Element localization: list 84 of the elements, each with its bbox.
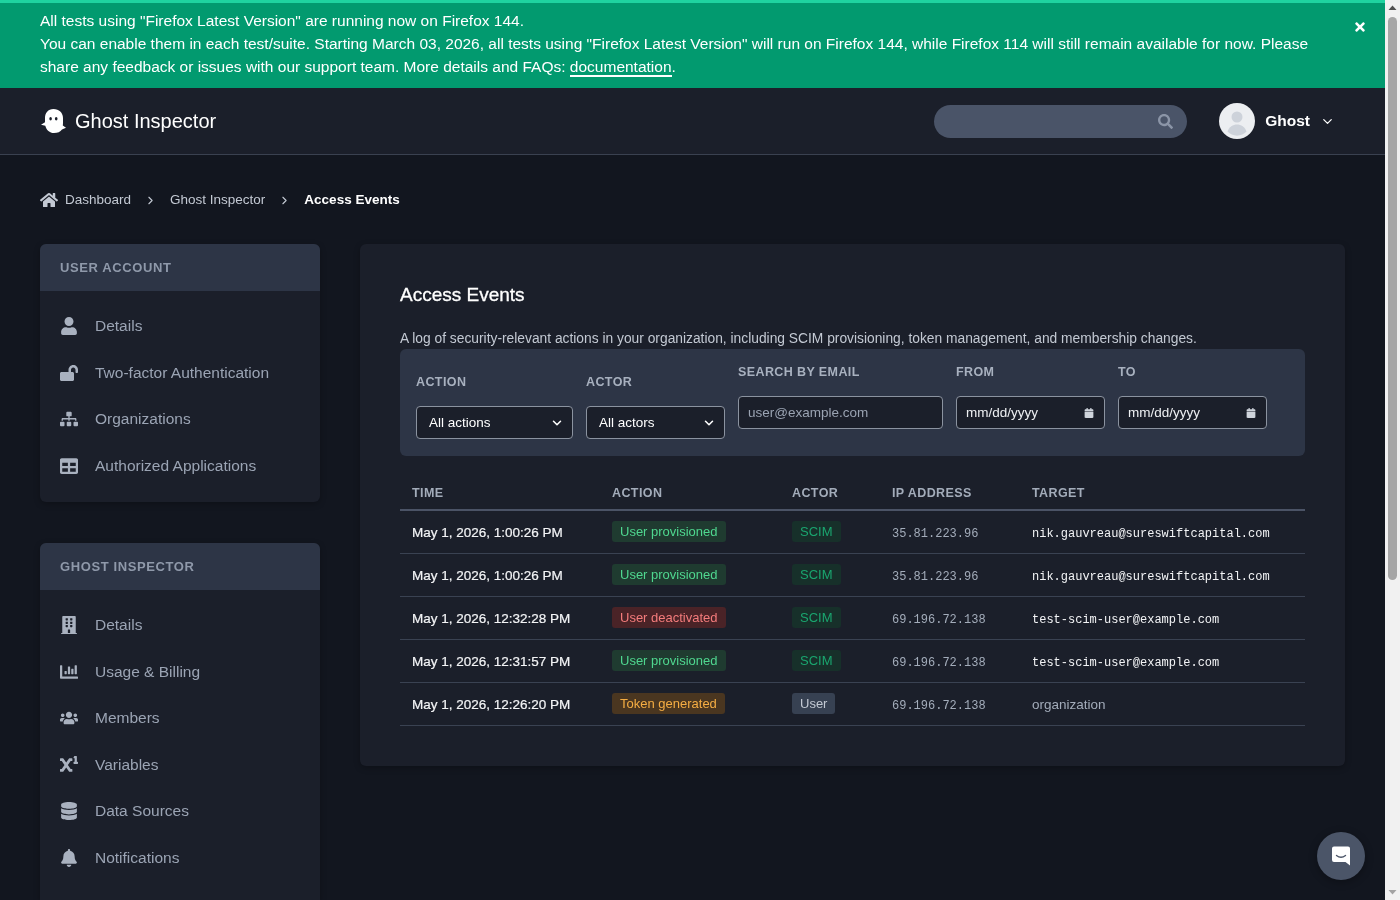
sidebar-item[interactable]: Variables (40, 741, 320, 788)
avatar-icon[interactable] (1219, 103, 1256, 139)
database-icon (60, 802, 78, 821)
target-text: test-scim-user@example.com (1032, 612, 1220, 627)
field-label: TO (1118, 365, 1137, 379)
ip-address-text: 69.196.72.138 (892, 612, 986, 627)
ip-address-text: 69.196.72.138 (892, 655, 986, 670)
action-badge: Token generated (612, 693, 725, 714)
target-text: nik.gauvreau@sureswiftcapital.com (1032, 526, 1270, 541)
documentation-link[interactable]: documentation (569, 58, 672, 77)
bell-icon (60, 848, 78, 867)
sidebar-item[interactable]: Authorized Applications (40, 442, 320, 489)
banner-headline: All tests using "Firefox Latest Version" are running now on Firefox 144. (40, 11, 525, 31)
ip-address-text: 35.81.223.96 (892, 526, 979, 541)
timestamp-text: May 1, 2026, 12:32:28 PM (412, 610, 571, 626)
actor-badge: SCIM (792, 564, 841, 585)
field-label: ACTION (416, 375, 468, 389)
chat-bubble-icon (1329, 844, 1353, 868)
target-text: organization (1032, 696, 1106, 712)
ip-address-text: 69.196.72.138 (892, 698, 986, 713)
breadcrumb-item: Access Events (304, 191, 400, 209)
search-icon[interactable] (1158, 113, 1174, 129)
email-search-field[interactable]: user@example.com (738, 396, 943, 429)
timestamp-text: May 1, 2026, 1:00:26 PM (412, 524, 563, 540)
close-button[interactable] (1353, 20, 1367, 34)
target-text: nik.gauvreau@sureswiftcapital.com (1032, 569, 1270, 584)
scrollbar-thumb[interactable] (1388, 17, 1397, 580)
actor-badge: SCIM (792, 607, 841, 628)
sidebar-section-title: USER ACCOUNT (40, 244, 320, 291)
page-title: Access Events (400, 284, 526, 306)
actor-badge: User (792, 693, 836, 714)
sidebar-item[interactable]: Notifications (40, 834, 320, 881)
sidebar-item[interactable]: Usage & Billing (40, 648, 320, 695)
superscript-icon (60, 755, 78, 774)
field-label: FROM (956, 365, 996, 379)
user-menu-button[interactable]: Ghost (1265, 112, 1335, 130)
breadcrumb-link[interactable]: Ghost Inspector (170, 191, 266, 209)
close-icon (1353, 20, 1367, 34)
sitemap-icon (60, 410, 78, 429)
column-header: TARGET (1020, 476, 1305, 510)
target-text: test-scim-user@example.com (1032, 655, 1220, 670)
search-field[interactable] (934, 104, 1188, 138)
calendar-icon[interactable] (1246, 407, 1256, 418)
dropdown[interactable]: All actions (416, 406, 573, 439)
page-description: A log of security-relevant actions in your organization, including SCIM provisioning, token management, and membership changes. (400, 331, 1198, 347)
sidebar-item[interactable]: Details (40, 303, 320, 350)
column-header: TIME (400, 476, 600, 510)
brand-name[interactable]: Ghost Inspector (75, 109, 217, 133)
column-header: IP ADDRESS (880, 476, 1020, 510)
sidebar-item[interactable]: Members (40, 695, 320, 742)
sidebar-section-title: GHOST INSPECTOR (40, 543, 320, 590)
sidebar-item[interactable]: Data Sources (40, 788, 320, 835)
building-icon (60, 616, 78, 635)
ghost-logo-icon[interactable] (40, 108, 67, 134)
bar-chart-icon (60, 662, 78, 681)
dropdown[interactable]: All actors (586, 406, 725, 439)
action-badge: User provisioned (612, 521, 726, 543)
column-header: ACTION (600, 476, 780, 510)
home-icon (40, 191, 58, 209)
person-icon (60, 317, 78, 336)
banner-message: You can enable them in each test/suite. Starting March 03, 2026, all tests using "Firefox Latest Version" will run on Firefox 144, while Firefox 114 will still remain available for now. Please share any feedback or issues with our support team. More details and FAQs: documentation. (40, 34, 1310, 78)
sidebar-item[interactable]: Organizations (40, 396, 320, 443)
sidebar-item[interactable]: Details (40, 602, 320, 649)
action-badge: User provisioned (612, 650, 726, 671)
scrollbar[interactable] (1385, 0, 1400, 900)
chat-button[interactable] (1317, 832, 1365, 880)
date-field[interactable]: mm/dd/yyyy (956, 396, 1105, 429)
action-badge: User deactivated (612, 607, 726, 628)
actor-badge: SCIM (792, 521, 841, 543)
timestamp-text: May 1, 2026, 12:31:57 PM (412, 653, 571, 669)
unlocked-padlock-icon (60, 363, 78, 382)
timestamp-text: May 1, 2026, 1:00:26 PM (412, 567, 563, 583)
calendar-icon[interactable] (1084, 407, 1094, 418)
date-field[interactable]: mm/dd/yyyy (1118, 396, 1267, 429)
breadcrumb-link[interactable]: Dashboard (40, 191, 132, 209)
grid-icon (60, 456, 78, 475)
sidebar-item[interactable]: Two-factor Authentication (40, 349, 320, 396)
column-header: ACTOR (780, 476, 880, 510)
timestamp-text: May 1, 2026, 12:26:20 PM (412, 696, 571, 712)
action-badge: User provisioned (612, 564, 726, 585)
ip-address-text: 35.81.223.96 (892, 569, 979, 584)
actor-badge: SCIM (792, 650, 841, 671)
field-label: ACTOR (586, 375, 634, 389)
field-label: SEARCH BY EMAIL (738, 365, 861, 379)
